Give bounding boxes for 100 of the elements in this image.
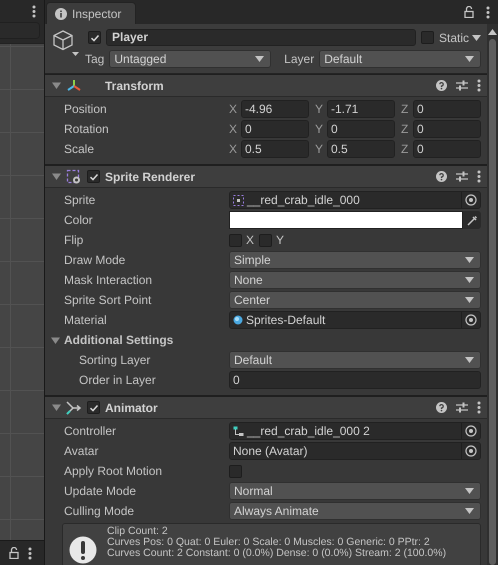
help-icon[interactable] [436,80,447,91]
field-label: Avatar [64,444,100,458]
object-field[interactable]: None (Avatar) [229,442,481,460]
info-text: Curves Count: 2 Constant: 0 (0.0%) Dense: 0 (0.0%) Stream: 2 (100.0%) [107,548,446,559]
dropdown[interactable]: Default [229,351,481,369]
axis-label: Z [401,142,410,156]
foldout-arrow-icon[interactable] [52,403,61,412]
dropdown[interactable]: Center [229,291,481,309]
scrollbar[interactable] [487,24,498,565]
section-title[interactable]: Additional Settings [64,333,174,347]
dropdown[interactable]: Normal [229,482,481,500]
axes-icon [66,78,82,92]
help-icon[interactable] [436,171,447,182]
object-field[interactable]: __red_crab_idle_000 [229,191,481,209]
animator-icon [66,400,82,414]
info-icon [55,8,67,20]
presets-icon[interactable] [456,171,468,182]
dropdown[interactable]: None [229,271,481,289]
checkbox[interactable] [259,234,272,246]
lock-icon[interactable] [464,6,474,18]
field-label: Controller [64,424,118,438]
axis-label: X [229,102,238,116]
enable-checkbox[interactable] [87,401,100,414]
caret-icon [465,56,474,62]
field-label: Draw Mode [64,253,126,267]
field-label: Color [64,213,94,227]
number-field[interactable]: -1.71 [327,100,395,118]
number-field[interactable]: 0 [413,120,481,138]
info-text: Curves Pos: 0 Quat: 0 Euler: 0 Scale: 0 Muscles: 0 Generic: 0 PPtr: 2 [107,537,431,548]
more-options-icon[interactable] [477,170,481,183]
object-field[interactable]: Sprites-Default [229,311,481,329]
scroll-up-icon[interactable] [488,29,497,35]
sprite-renderer-icon [66,168,82,184]
field-label: Scale [64,142,96,156]
foldout-arrow-icon[interactable] [52,81,61,90]
caret-icon [472,34,481,40]
foldout-arrow-icon[interactable] [52,172,61,181]
sphere-icon [233,315,243,325]
field-label: Sprite Sort Point [64,293,152,307]
cube-icon[interactable] [52,29,80,57]
field-label: Sorting Layer [78,353,152,367]
component-header[interactable]: Animator [45,396,487,419]
object-picker-icon[interactable] [465,425,477,437]
component-title: Sprite Renderer [105,170,196,184]
field-label: Rotation [64,122,110,136]
field-label: Apply Root Motion [64,464,164,478]
inspector-tab[interactable]: Inspector [46,2,136,24]
info-text: Clip Count: 2 [107,526,169,537]
sprite-icon [233,194,244,206]
lock-icon[interactable] [9,547,19,559]
layer-dropdown[interactable]: Default [319,50,482,68]
component-header[interactable]: Transform [45,74,487,97]
object-picker-icon[interactable] [465,445,477,457]
more-options-icon[interactable] [477,401,481,414]
state-machine-icon [233,426,244,436]
object-picker-icon[interactable] [465,194,477,206]
axis-label: Y [315,142,324,156]
presets-icon[interactable] [456,402,468,413]
number-field[interactable]: 0.5 [327,140,395,158]
number-field[interactable]: -4.96 [241,100,309,118]
checkbox[interactable] [229,234,242,246]
object-field[interactable]: __red_crab_idle_000 2 [229,422,481,440]
presets-icon[interactable] [456,80,468,91]
eyedropper-icon[interactable] [463,211,481,229]
field-label: Culling Mode [64,504,136,518]
number-field[interactable]: 0 [413,140,481,158]
field-label: Material [64,313,108,327]
caret-icon [465,488,474,494]
more-options-icon[interactable] [32,4,36,18]
field-label: Update Mode [64,484,138,498]
axis-label: Z [401,122,410,136]
number-field[interactable]: 0 [229,371,481,389]
caret-icon [465,257,474,263]
more-options-icon[interactable] [28,546,32,560]
tag-dropdown[interactable]: Untagged [109,50,272,68]
axis-label: X [229,122,238,136]
more-options-icon[interactable] [477,79,481,92]
component-header[interactable]: Sprite Renderer [45,165,487,188]
number-field[interactable]: 0 [413,100,481,118]
field-label: Mask Interaction [64,273,154,287]
color-field[interactable] [229,211,463,229]
checkbox-label: X [246,233,254,247]
caret-icon [465,277,474,283]
number-field[interactable]: 0 [327,120,395,138]
field-label: Order in Layer [78,373,157,387]
name-field[interactable]: Player [106,29,416,46]
number-field[interactable]: 0.5 [241,140,309,158]
object-picker-icon[interactable] [465,314,477,326]
axis-label: Z [401,102,410,116]
more-options-icon[interactable] [486,6,490,18]
active-checkbox[interactable] [88,31,101,44]
dropdown[interactable]: Simple [229,251,481,269]
number-field[interactable]: 0 [241,120,309,138]
static-dropdown[interactable]: Static [438,30,481,44]
static-checkbox[interactable] [420,31,434,44]
help-icon[interactable] [436,402,447,413]
checkbox[interactable] [229,464,242,478]
foldout-arrow-icon[interactable] [51,336,60,344]
dropdown[interactable]: Always Animate [229,502,481,520]
enable-checkbox[interactable] [87,170,100,183]
